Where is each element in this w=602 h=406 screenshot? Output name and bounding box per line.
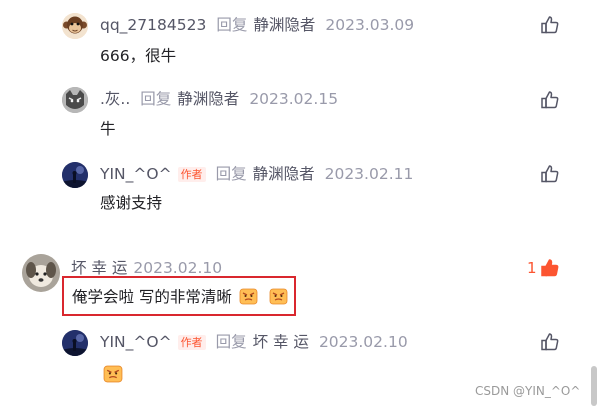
author-badge: 作者 — [177, 334, 206, 350]
reply-target[interactable]: 坏 幸 运 — [253, 332, 309, 352]
username[interactable]: .灰.. — [100, 89, 130, 109]
reply-label: 回复 — [215, 333, 247, 351]
comment-meta: YIN_^O^ 作者 回复 坏 幸 运 2023.02.10 — [100, 332, 408, 352]
comment-content: 俺学会啦 写的非常清晰 — [72, 286, 288, 308]
night-avatar-icon — [62, 330, 88, 356]
reply-target[interactable]: 静渊隐者 — [177, 89, 239, 109]
comment-meta: qq_27184523 回复 静渊隐者 2023.03.09 — [100, 15, 414, 35]
thumbs-up-icon[interactable] — [540, 258, 560, 278]
username[interactable]: 坏 幸 运 — [71, 258, 127, 278]
author-badge: 作者 — [177, 166, 206, 182]
comment-date: 2023.02.10 — [133, 259, 223, 277]
face-emoji-icon — [269, 288, 288, 305]
reply-label: 回复 — [215, 165, 247, 183]
comment-text: 牛 — [100, 120, 116, 138]
watermark: CSDN @YIN_^O^ — [475, 384, 581, 398]
dog-avatar-icon — [22, 254, 60, 292]
reply-target[interactable]: 静渊隐者 — [253, 15, 315, 35]
avatar[interactable] — [62, 87, 88, 113]
comment-meta: YIN_^O^ 作者 回复 静渊隐者 2023.02.11 — [100, 164, 413, 184]
thumbs-up-icon[interactable] — [540, 164, 560, 184]
avatar[interactable] — [62, 162, 88, 188]
comment-date: 2023.02.10 — [318, 333, 408, 351]
comment-text: 俺学会啦 写的非常清晰 — [72, 288, 232, 306]
username[interactable]: YIN_^O^ — [100, 332, 172, 352]
comment-date: 2023.03.09 — [325, 16, 415, 34]
avatar[interactable] — [22, 254, 60, 292]
scrollbar[interactable] — [591, 366, 597, 406]
thumbs-up-icon[interactable] — [540, 90, 560, 110]
comment-date: 2023.02.11 — [324, 165, 414, 183]
reply-target[interactable]: 静渊隐者 — [253, 164, 315, 184]
comment-date: 2023.02.15 — [249, 90, 339, 108]
username[interactable]: YIN_^O^ — [100, 164, 172, 184]
comment-text: 666，很牛 — [100, 47, 177, 65]
night-avatar-icon — [62, 162, 88, 188]
username[interactable]: qq_27184523 — [100, 15, 206, 35]
face-emoji-icon — [103, 365, 123, 383]
like-count: 1 — [527, 259, 537, 277]
monkey-avatar-icon — [62, 13, 88, 39]
face-emoji-icon — [239, 288, 258, 305]
cat-avatar-icon — [62, 87, 88, 113]
comment-text: 感谢支持 — [100, 194, 163, 212]
comment-meta: 坏 幸 运 2023.02.10 — [71, 258, 222, 278]
reply-label: 回复 — [140, 90, 172, 108]
avatar[interactable] — [62, 13, 88, 39]
reply-label: 回复 — [216, 16, 248, 34]
avatar[interactable] — [62, 330, 88, 356]
thumbs-up-icon[interactable] — [540, 332, 560, 352]
thumbs-up-icon[interactable] — [540, 15, 560, 35]
comment-meta: .灰.. 回复 静渊隐者 2023.02.15 — [100, 89, 338, 109]
